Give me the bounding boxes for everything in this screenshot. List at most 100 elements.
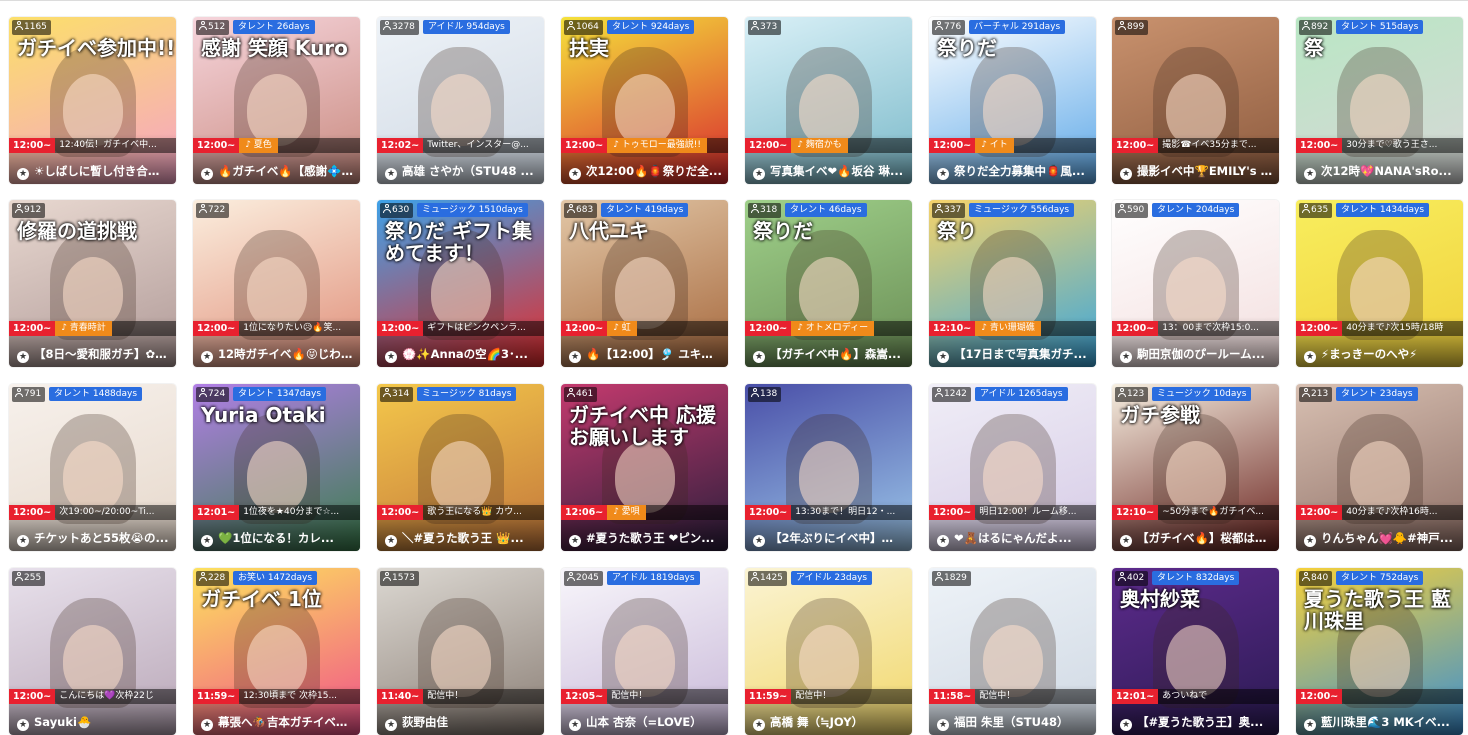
room-card[interactable]: 1242 アイドル 1265days 12:00~ 明日12:00！ルーム移... ★ ❤…: [929, 384, 1096, 551]
thumbnail-overlay-text: ガチイベ参加中!!: [17, 36, 176, 60]
star-icon[interactable]: ★: [385, 719, 397, 731]
star-icon[interactable]: ★: [17, 719, 29, 731]
room-card[interactable]: 修羅の道挑戦 912 12:00~ ♪ 青春時計 ★ 【8日〜愛和服ガチ】✿ ...: [9, 200, 176, 367]
star-icon[interactable]: ★: [1304, 719, 1316, 731]
star-icon[interactable]: ★: [569, 535, 581, 547]
star-icon[interactable]: ★: [17, 351, 29, 363]
room-title-text: 12時ガチイベ🔥😝じわる...: [218, 347, 360, 361]
schedule-bar: 12:00~ 次19:00~/20:00~Ti...: [9, 505, 176, 520]
star-icon[interactable]: ★: [201, 168, 213, 180]
room-card[interactable]: 祭りだ 776 バーチャル 291days 12:00~ ♪ イト ★ 祭りだ全力募集中🏮風…: [929, 17, 1096, 184]
start-time: 12:00~: [193, 138, 240, 153]
person-icon: [1118, 21, 1126, 30]
star-icon[interactable]: ★: [753, 535, 765, 547]
room-card[interactable]: 255 12:00~ こんにちは💜次枠22じ ★ Sayuki🐣: [9, 568, 176, 735]
room-card[interactable]: 373 12:00~ ♪ 麹宿かも ★ 写真集イベ❤🔥坂谷 琳...: [745, 17, 912, 184]
room-card[interactable]: ガチ参戦 123 ミュージック 10days 12:10~ ~50分まで🔥ガチイベ...…: [1112, 384, 1279, 551]
room-title-text: 撮影イベ中🏆EMILY's ro...: [1137, 164, 1279, 178]
genre-days-badge: タレント 752days: [1336, 571, 1424, 585]
room-card[interactable]: 138 12:00~ 13:30まで！明日12・... ★ 【2年ぶりにイベ中】🌫...: [745, 384, 912, 551]
star-icon[interactable]: ★: [1304, 351, 1316, 363]
star-icon[interactable]: ★: [937, 168, 949, 180]
room-card[interactable]: 夏うた歌う王 藍川珠里 840 タレント 752days 12:00~ ★ 藍川珠里🌊3 …: [1296, 568, 1463, 735]
room-card[interactable]: 奥村紗菜 402 タレント 832days 12:01~ あついねで ★ 【#夏うた歌う王】…: [1112, 568, 1279, 735]
viewer-count-value: 776: [944, 22, 962, 32]
start-time: 12:00~: [9, 505, 56, 520]
viewer-count-value: 1064: [576, 22, 599, 32]
start-time: 12:05~: [561, 689, 608, 704]
schedule-note: ギフトはピンクペンラ...: [427, 323, 526, 333]
room-title-text: 高橋 舞（≒JOY）: [770, 715, 864, 729]
room-card[interactable]: 八代ユキ 683 タレント 419days 12:00~ ♪ 虹 ★ 🔥【12:00】🎐 ユ…: [561, 200, 728, 367]
room-card[interactable]: Yuria Otaki 724 タレント 1347days 12:01~ 1位夜を★40…: [193, 384, 360, 551]
room-card[interactable]: 祭りだ 318 タレント 46days 12:00~ ♪ オトメロディー ★ 【ガチイベ中🔥…: [745, 200, 912, 367]
viewer-count-value: 724: [208, 389, 226, 399]
star-icon[interactable]: ★: [569, 168, 581, 180]
star-icon[interactable]: ★: [201, 719, 213, 731]
room-card[interactable]: 635 タレント 1434days 12:00~ 40分まで♪次15時/18時 ★ ⚡まっ…: [1296, 200, 1463, 367]
star-icon[interactable]: ★: [17, 535, 29, 547]
viewer-count: 912: [12, 203, 46, 218]
room-card[interactable]: 感謝 笑顔 Kuro 512 タレント 26days 12:00~ ♪ 夏色 ★ 🔥ガチイベ…: [193, 17, 360, 184]
room-card[interactable]: ガチイベ中 応援お願いします 461 12:06~ ♪ 愛唄 ★ #夏うた歌う王 ❤ピン.…: [561, 384, 728, 551]
viewer-count: 314: [380, 387, 414, 402]
room-card[interactable]: 祭りだ ギフト集めてます！ 630 ミュージック 1510days 12:00~ ギフト…: [377, 200, 544, 367]
room-card[interactable]: 3278 アイドル 954days 12:02~ Twitter、インスター@... ★…: [377, 17, 544, 184]
room-card[interactable]: 扶実 1064 タレント 924days 12:00~ ♪ トゥモロー最強説!! ★ 次12…: [561, 17, 728, 184]
star-icon[interactable]: ★: [569, 351, 581, 363]
star-icon[interactable]: ★: [1120, 168, 1132, 180]
star-icon[interactable]: ★: [753, 168, 765, 180]
room-card[interactable]: 722 12:00~ 1位になりたい😥🔥笑... ★ 12時ガチイベ🔥😝じわる...: [193, 200, 360, 367]
star-icon[interactable]: ★: [937, 719, 949, 731]
room-card[interactable]: 1425 アイドル 23days 11:59~ 配信中！ ★ 高橋 舞（≒JOY）: [745, 568, 912, 735]
room-title: ★ 次12:00🔥🏮祭りだ全...: [561, 162, 728, 180]
room-card[interactable]: 1573 11:40~ 配信中！ ★ 荻野由佳: [377, 568, 544, 735]
schedule-bar: 12:00~ 12:40伝！ガチイベ中...: [9, 138, 176, 153]
star-icon[interactable]: ★: [937, 535, 949, 547]
star-icon[interactable]: ★: [201, 535, 213, 547]
schedule-bar: 11:59~ 12:30頃まで 次枠15...: [193, 689, 360, 704]
star-icon[interactable]: ★: [385, 168, 397, 180]
room-card[interactable]: 590 タレント 204days 12:00~ 13：00まで次枠15:0... ★ 駒田…: [1112, 200, 1279, 367]
viewer-count-value: 337: [944, 205, 962, 215]
viewer-count-value: 892: [1311, 22, 1329, 32]
start-time: 12:00~: [9, 321, 56, 336]
star-icon[interactable]: ★: [385, 535, 397, 547]
room-card[interactable]: ガチイベ 1位 228 お笑い 1472days 11:59~ 12:30頃まで 次枠1…: [193, 568, 360, 735]
room-title: ★ 荻野由佳: [377, 713, 544, 731]
star-icon[interactable]: ★: [1304, 535, 1316, 547]
viewer-count: 3278: [380, 20, 419, 35]
thumbnail-overlay-text: 祭: [1304, 36, 1324, 60]
room-title-text: 荻野由佳: [402, 715, 448, 729]
viewer-count: 123: [1115, 387, 1149, 402]
person-icon: [935, 204, 943, 213]
star-icon[interactable]: ★: [937, 351, 949, 363]
room-card[interactable]: 791 タレント 1488days 12:00~ 次19:00~/20:00~Ti..…: [9, 384, 176, 551]
star-icon[interactable]: ★: [385, 351, 397, 363]
room-card[interactable]: 314 ミュージック 81days 12:00~ 歌う王になる👑 カウ... ★ ＼#夏う…: [377, 384, 544, 551]
star-icon[interactable]: ★: [17, 168, 29, 180]
star-icon[interactable]: ★: [201, 351, 213, 363]
viewer-count-value: 373: [760, 22, 778, 32]
schedule-note: ♪ 青春時計: [55, 321, 112, 336]
star-icon[interactable]: ★: [1120, 719, 1132, 731]
star-icon[interactable]: ★: [1120, 351, 1132, 363]
star-icon[interactable]: ★: [1120, 535, 1132, 547]
room-card[interactable]: ガチイベ参加中!! 1165 12:00~ 12:40伝！ガチイベ中... ★ ☀しばしに…: [9, 17, 176, 184]
schedule-note: 40分まで♪次15時/18時: [1346, 323, 1444, 333]
star-icon[interactable]: ★: [569, 719, 581, 731]
room-title: ★ 駒田京伽のぴールーム...: [1112, 345, 1279, 363]
room-card[interactable]: 1829 11:58~ 配信中！ ★ 福田 朱里（STU48）: [929, 568, 1096, 735]
room-card[interactable]: 213 タレント 23days 12:00~ 40分まで♪次枠16時... ★ りんちゃん…: [1296, 384, 1463, 551]
star-icon[interactable]: ★: [1304, 168, 1316, 180]
star-icon[interactable]: ★: [753, 719, 765, 731]
start-time: 12:10~: [929, 321, 976, 336]
room-card[interactable]: 祭 892 タレント 515days 12:00~ 30分まで♡歌う王さ... ★ 次12時…: [1296, 17, 1463, 184]
room-card[interactable]: 2045 アイドル 1819days 12:05~ 配信中！ ★ 山本 杏奈（=LOVE）: [561, 568, 728, 735]
viewer-count: 512: [196, 20, 230, 35]
room-title: ★ ❤🧸はるにゃんだよ...: [929, 529, 1096, 547]
star-icon[interactable]: ★: [753, 351, 765, 363]
room-card[interactable]: 祭り 337 ミュージック 556days 12:10~ ♪ 青い珊瑚礁 ★ 【17日まで写…: [929, 200, 1096, 367]
room-card[interactable]: 899 12:00~ 撮影☎イベ35分まで... ★ 撮影イベ中🏆EMILY's ro.…: [1112, 17, 1279, 184]
schedule-bar: 12:10~ ~50分まで🔥ガチイベ...: [1112, 505, 1279, 520]
